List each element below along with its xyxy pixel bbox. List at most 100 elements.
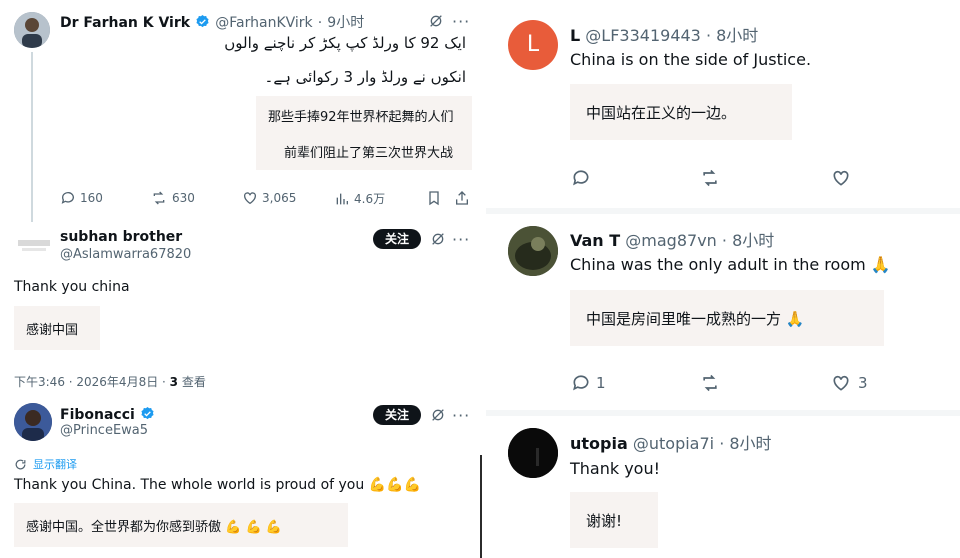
grok-icon[interactable] <box>430 407 446 423</box>
left-screenshot: Dr Farhan K Virk @FarhanKVirk · 9小时 ··· … <box>0 0 478 558</box>
reply-header: utopia @utopia7i · 8小时 <box>570 430 772 454</box>
avatar-letter: L <box>526 32 540 57</box>
more-icon[interactable]: ··· <box>452 12 470 31</box>
author-handle[interactable]: @FarhanKVirk <box>215 15 312 31</box>
reply-divider <box>486 208 960 214</box>
author-handle[interactable]: @PrinceEwa5 <box>60 423 148 438</box>
heart-icon <box>833 170 849 186</box>
show-translation-label: 显示翻译 <box>33 458 77 471</box>
reply-divider <box>486 410 960 416</box>
heart-icon <box>244 192 256 205</box>
repost-button[interactable]: 630 <box>150 190 195 206</box>
reply-button[interactable] <box>570 168 592 188</box>
bookmark-button[interactable] <box>426 190 442 206</box>
show-translation-link[interactable]: 显示翻译 <box>14 456 77 472</box>
timestamp[interactable]: · 8小时 <box>706 26 758 45</box>
reply-icon <box>573 170 589 186</box>
urdu-line-1: ایک 92 کا ورلڈ کپ پکڑ کر ناچنے والوں <box>224 34 466 52</box>
share-button[interactable] <box>454 190 470 206</box>
author-name[interactable]: Fibonacci <box>60 407 135 423</box>
tweet-header: Dr Farhan K Virk @FarhanKVirk · 9小时 <box>60 12 364 33</box>
like-count: 3,065 <box>262 191 297 205</box>
translation-box: 谢谢! <box>570 492 658 548</box>
reply-header: L @LF33419443 · 8小时 <box>570 22 758 46</box>
translation-line-1: 那些手捧92年世界杯起舞的人们 <box>268 110 454 125</box>
translation-box: 那些手捧92年世界杯起舞的人们 前辈们阻止了第三次世界大战 <box>256 96 472 170</box>
translation-box: 感谢中国 <box>14 306 100 350</box>
views-label: 查看 <box>178 375 206 389</box>
avatar[interactable] <box>508 226 558 276</box>
translation-text: 中国是房间里唯一成熟的一方 🙏 <box>586 310 805 328</box>
author-handle[interactable]: @mag87vn <box>625 231 717 250</box>
reply-button[interactable]: 160 <box>60 190 103 206</box>
repost-icon <box>703 169 717 187</box>
bookmark-icon <box>429 191 439 206</box>
reply-text: China was the only adult in the room 🙏 <box>570 255 891 274</box>
views-icon <box>336 193 348 204</box>
reply-button[interactable]: 1 <box>570 373 606 393</box>
like-button[interactable]: 3 <box>830 373 868 393</box>
translation-box: 感谢中国。全世界都为你感到骄傲 💪 💪 💪 <box>14 503 348 547</box>
reply-icon <box>573 375 589 391</box>
author-handle[interactable]: @utopia7i <box>633 434 714 453</box>
views-count: 3 <box>169 375 179 389</box>
repost-button[interactable] <box>698 373 722 393</box>
reply-header: Van T @mag87vn · 8小时 <box>570 227 774 251</box>
timestamp[interactable]: · 8小时 <box>719 434 771 453</box>
translation-text: 感谢中国 <box>26 323 79 338</box>
reply-text: China is on the side of Justice. <box>570 50 812 69</box>
translation-text: 谢谢! <box>586 512 623 530</box>
share-icon <box>456 191 468 205</box>
thread-line <box>31 52 33 222</box>
repost-icon <box>153 191 165 205</box>
avatar[interactable]: L <box>508 20 558 70</box>
timestamp[interactable]: · 8小时 <box>722 231 774 250</box>
author-handle[interactable]: @Aslamwarra67820 <box>60 247 191 262</box>
post-timestamp[interactable]: 下午3:46 · 2026年4月8日 · <box>14 375 170 389</box>
follow-button[interactable]: 关注 <box>373 405 421 425</box>
like-button[interactable]: 3,065 <box>242 190 296 206</box>
tweet-meta: 下午3:46 · 2026年4月8日 · 3 查看 <box>14 373 206 390</box>
grok-icon[interactable] <box>430 231 446 247</box>
repost-count: 630 <box>172 191 195 205</box>
reply-text: Thank you! <box>570 459 661 478</box>
timestamp[interactable]: 9小时 <box>327 15 364 31</box>
views-count: 4.6万 <box>354 192 386 206</box>
avatar[interactable] <box>14 403 52 441</box>
screenshot-divider <box>478 0 486 558</box>
translation-text: 中国站在正义的一边。 <box>586 104 737 122</box>
like-count: 3 <box>858 374 868 392</box>
tweet-text: Thank you China. The whole world is prou… <box>14 477 421 493</box>
grok-icon[interactable] <box>428 13 444 29</box>
avatar[interactable] <box>14 228 54 262</box>
views-button[interactable]: 4.6万 <box>334 190 385 207</box>
reply-count: 160 <box>80 191 103 205</box>
right-screenshot: L L @LF33419443 · 8小时 China is on the si… <box>486 0 960 558</box>
repost-icon <box>703 374 717 392</box>
more-icon[interactable]: ··· <box>452 406 470 425</box>
translation-box: 中国是房间里唯一成熟的一方 🙏 <box>570 290 884 346</box>
separator-dot: · <box>317 15 323 31</box>
tweet-text: Thank you china <box>14 279 130 295</box>
author-name[interactable]: Dr Farhan K Virk <box>60 15 190 31</box>
author-name[interactable]: Van T <box>570 231 620 250</box>
avatar[interactable] <box>508 428 558 478</box>
like-button[interactable] <box>830 168 852 188</box>
more-icon[interactable]: ··· <box>452 230 470 249</box>
translation-line-2: 前辈们阻止了第三次世界大战 <box>284 146 454 161</box>
tweet-header: Fibonacci <box>60 404 155 425</box>
author-name[interactable]: utopia <box>570 434 628 453</box>
author-name[interactable]: L <box>570 26 580 45</box>
follow-button[interactable]: 关注 <box>373 229 421 249</box>
repost-button[interactable] <box>698 168 722 188</box>
heart-icon <box>833 375 849 391</box>
reply-count: 1 <box>596 374 606 392</box>
translate-icon <box>15 459 26 469</box>
author-handle[interactable]: @LF33419443 <box>585 26 701 45</box>
urdu-line-2: انکوں نے ورلڈ وار 3 رکوائی ہے۔ <box>264 68 466 86</box>
avatar[interactable] <box>14 12 50 48</box>
reply-icon <box>61 192 74 204</box>
translation-box: 中国站在正义的一边。 <box>570 84 792 140</box>
translation-text: 感谢中国。全世界都为你感到骄傲 💪 💪 💪 <box>26 520 282 535</box>
author-name[interactable]: subhan brother <box>60 229 182 245</box>
